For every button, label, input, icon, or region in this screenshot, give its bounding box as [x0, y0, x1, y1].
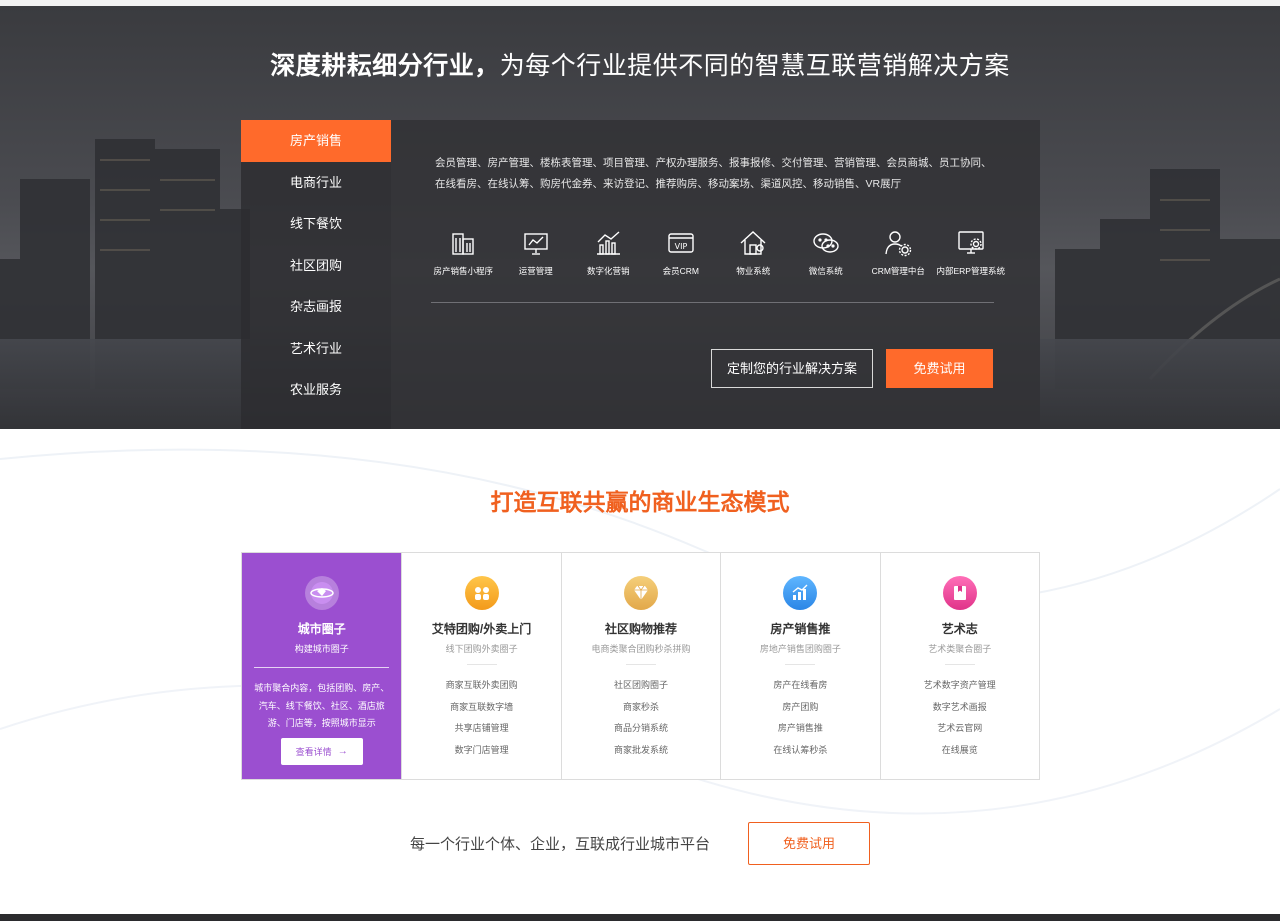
ecosystem-title: 打造互联共赢的商业生态模式: [490, 489, 790, 515]
view-details-label: 查看详情: [295, 746, 332, 757]
solution-description: 会员管理、房产管理、楼栋表管理、项目管理、产权办理服务、报事报修、交付管理、营销…: [435, 153, 1005, 195]
card-divider: [466, 664, 497, 665]
industry-item-real-estate[interactable]: 房产销售: [241, 120, 391, 162]
card-item: 商家互联外卖团购: [445, 680, 518, 690]
globe-icon: [309, 582, 334, 604]
card-divider: [254, 667, 390, 668]
art-book-glyph: [953, 586, 966, 600]
solution-desc-line2: 在线看房、在线认筹、购房代金券、来访登记、推荐购房、移动案场、渠道风控、移动销售…: [435, 178, 902, 190]
monitor-gear-icon: [958, 231, 984, 254]
feature-label: 会员CRM: [662, 266, 699, 276]
feature-label: 房产销售小程序: [433, 266, 493, 276]
group-buy-glyph: [474, 587, 489, 600]
card-description: 城市聚合内容，包括团购、房产、汽车、线下餐饮、社区、酒店旅游、门店等，按照城市显…: [254, 683, 390, 728]
feature-wechat[interactable]: 微信系统: [790, 228, 863, 277]
card-divider: [626, 664, 656, 665]
card-divider: [944, 664, 975, 665]
solution-desc-line1: 会员管理、房产管理、楼栋表管理、项目管理、产权办理服务、报事报修、交付管理、营销…: [435, 157, 992, 169]
card-group-buy[interactable]: 艾特团购/外卖上门 线下团购外卖圈子 商家互联外卖团购 商家互联数字墙 共享店铺…: [401, 553, 560, 779]
industry-item-magazine[interactable]: 杂志画报: [241, 286, 391, 328]
hero-title-bold: 深度耕耘细分行业，: [270, 52, 500, 80]
growth-chart-icon: [783, 576, 818, 610]
card-real-estate-push[interactable]: 房产销售推 房地产销售团购圈子 房产在线看房 房产团购 房产销售推 在线认筹秒杀: [720, 553, 879, 779]
feature-label: 物业系统: [736, 266, 771, 276]
feature-icons-row: 房产销售小程序 运营管理 数字化营销 VIP 会员CRM 物业系统 微信系统 C…: [427, 228, 1007, 277]
house-icon: [740, 231, 766, 255]
building-icon: [452, 233, 474, 255]
presentation-icon: [524, 233, 548, 255]
feature-digital-marketing[interactable]: 数字化营销: [572, 228, 645, 277]
card-divider: [785, 664, 816, 665]
feature-operations[interactable]: 运营管理: [500, 228, 573, 277]
ecosystem-cards: 城市圈子 构建城市圈子 城市聚合内容，包括团购、房产、汽车、线下餐饮、社区、酒店…: [241, 552, 1040, 780]
industry-item-agriculture[interactable]: 农业服务: [241, 369, 391, 411]
diamond-icon: [624, 576, 658, 610]
feature-label: 内部ERP管理系统: [936, 266, 1005, 276]
card-item: 数字门店管理: [454, 744, 509, 755]
industry-menu: 房产销售 电商行业 线下餐饮 社区团购 杂志画报 艺术行业 农业服务: [241, 120, 391, 429]
card-title: 房产销售推: [770, 622, 831, 636]
feature-erp[interactable]: 内部ERP管理系统: [935, 228, 1008, 277]
hero-title: 深度耕耘细分行业，为每个行业提供不同的智慧互联营销解决方案: [0, 46, 1280, 82]
arrow-right-icon: →: [337, 745, 348, 757]
card-item: 商品分销系统: [613, 723, 668, 733]
card-subtitle: 房地产销售团购圈子: [759, 644, 841, 654]
card-item: 数字艺术画报: [932, 701, 987, 712]
art-book-icon: [942, 576, 977, 610]
card-item: 房产销售推: [777, 723, 823, 733]
city-circle-icon: [304, 576, 339, 610]
card-item: 艺术数字资产管理: [923, 680, 996, 690]
feature-label: CRM管理中台: [871, 266, 925, 276]
card-city-circle[interactable]: 城市圈子 构建城市圈子 城市聚合内容，包括团购、房产、汽车、线下餐饮、社区、酒店…: [242, 553, 402, 779]
card-art-magazine[interactable]: 艺术志 艺术类聚合圈子 艺术数字资产管理 数字艺术画报 艺术云官网 在线展览: [879, 553, 1039, 779]
diamond-glyph: [634, 585, 648, 600]
card-item: 社区团购圈子: [613, 680, 668, 690]
industry-item-art[interactable]: 艺术行业: [241, 328, 391, 370]
card-subtitle: 构建城市圈子: [294, 644, 349, 654]
card-community-shopping[interactable]: 社区购物推荐 电商类聚合团购秒杀拼购 社区团购圈子 商家秒杀 商品分销系统 商家…: [560, 553, 720, 779]
vip-icon: VIP: [668, 233, 694, 253]
card-item: 共享店铺管理: [454, 723, 509, 733]
custom-solution-button[interactable]: 定制您的行业解决方案: [711, 349, 873, 388]
feature-label: 运营管理: [518, 266, 553, 276]
card-item: 房产团购: [782, 701, 819, 712]
user-gear-icon: [885, 231, 912, 257]
card-title: 艾特团购/外卖上门: [431, 622, 532, 636]
card-title: 艺术志: [941, 622, 978, 636]
card-item: 艺术云官网: [937, 723, 983, 733]
hero-title-light: 为每个行业提供不同的智慧互联营销解决方案: [499, 52, 1010, 80]
card-item: 在线认筹秒杀: [773, 744, 828, 755]
feature-property[interactable]: 物业系统: [717, 228, 790, 277]
card-subtitle: 线下团购外卖圈子: [445, 644, 518, 654]
feature-member-crm[interactable]: VIP 会员CRM: [645, 228, 718, 277]
free-trial-button[interactable]: 免费试用: [886, 349, 993, 388]
card-item: 房产在线看房: [773, 680, 828, 690]
industry-item-ecommerce[interactable]: 电商行业: [241, 162, 391, 204]
feature-crm-platform[interactable]: CRM管理中台: [862, 228, 935, 277]
growth-chart-glyph: [792, 584, 808, 600]
bottom-slogan: 每一个行业个体、企业，互联成行业城市平台: [410, 836, 711, 853]
panel-divider: [431, 302, 994, 303]
solution-panel: 会员管理、房产管理、楼栋表管理、项目管理、产权办理服务、报事报修、交付管理、营销…: [391, 120, 1040, 429]
card-item: 商家批发系统: [613, 744, 668, 755]
card-item: 商家秒杀: [622, 701, 659, 712]
svg-text:VIP: VIP: [674, 242, 687, 251]
card-subtitle: 艺术类聚合圈子: [928, 644, 992, 654]
feature-mini-program[interactable]: 房产销售小程序: [427, 228, 500, 277]
industry-item-catering[interactable]: 线下餐饮: [241, 203, 391, 245]
bottom-free-trial-button[interactable]: 免费试用: [748, 822, 870, 865]
chart-icon: [597, 231, 621, 255]
card-title: 社区购物推荐: [604, 622, 677, 636]
card-item: 商家互联数字墙: [450, 701, 514, 712]
feature-label: 微信系统: [808, 266, 843, 276]
footer-strip: [0, 914, 1280, 921]
industry-item-community[interactable]: 社区团购: [241, 245, 391, 287]
wechat-icon: [813, 233, 839, 253]
card-item: 在线展览: [941, 744, 978, 755]
card-subtitle: 电商类聚合团购秒杀拼购: [591, 644, 691, 654]
group-buy-icon: [464, 576, 499, 610]
card-title: 城市圈子: [297, 622, 346, 636]
view-details-button[interactable]: 查看详情 →: [280, 737, 363, 765]
feature-label: 数字化营销: [586, 266, 630, 276]
